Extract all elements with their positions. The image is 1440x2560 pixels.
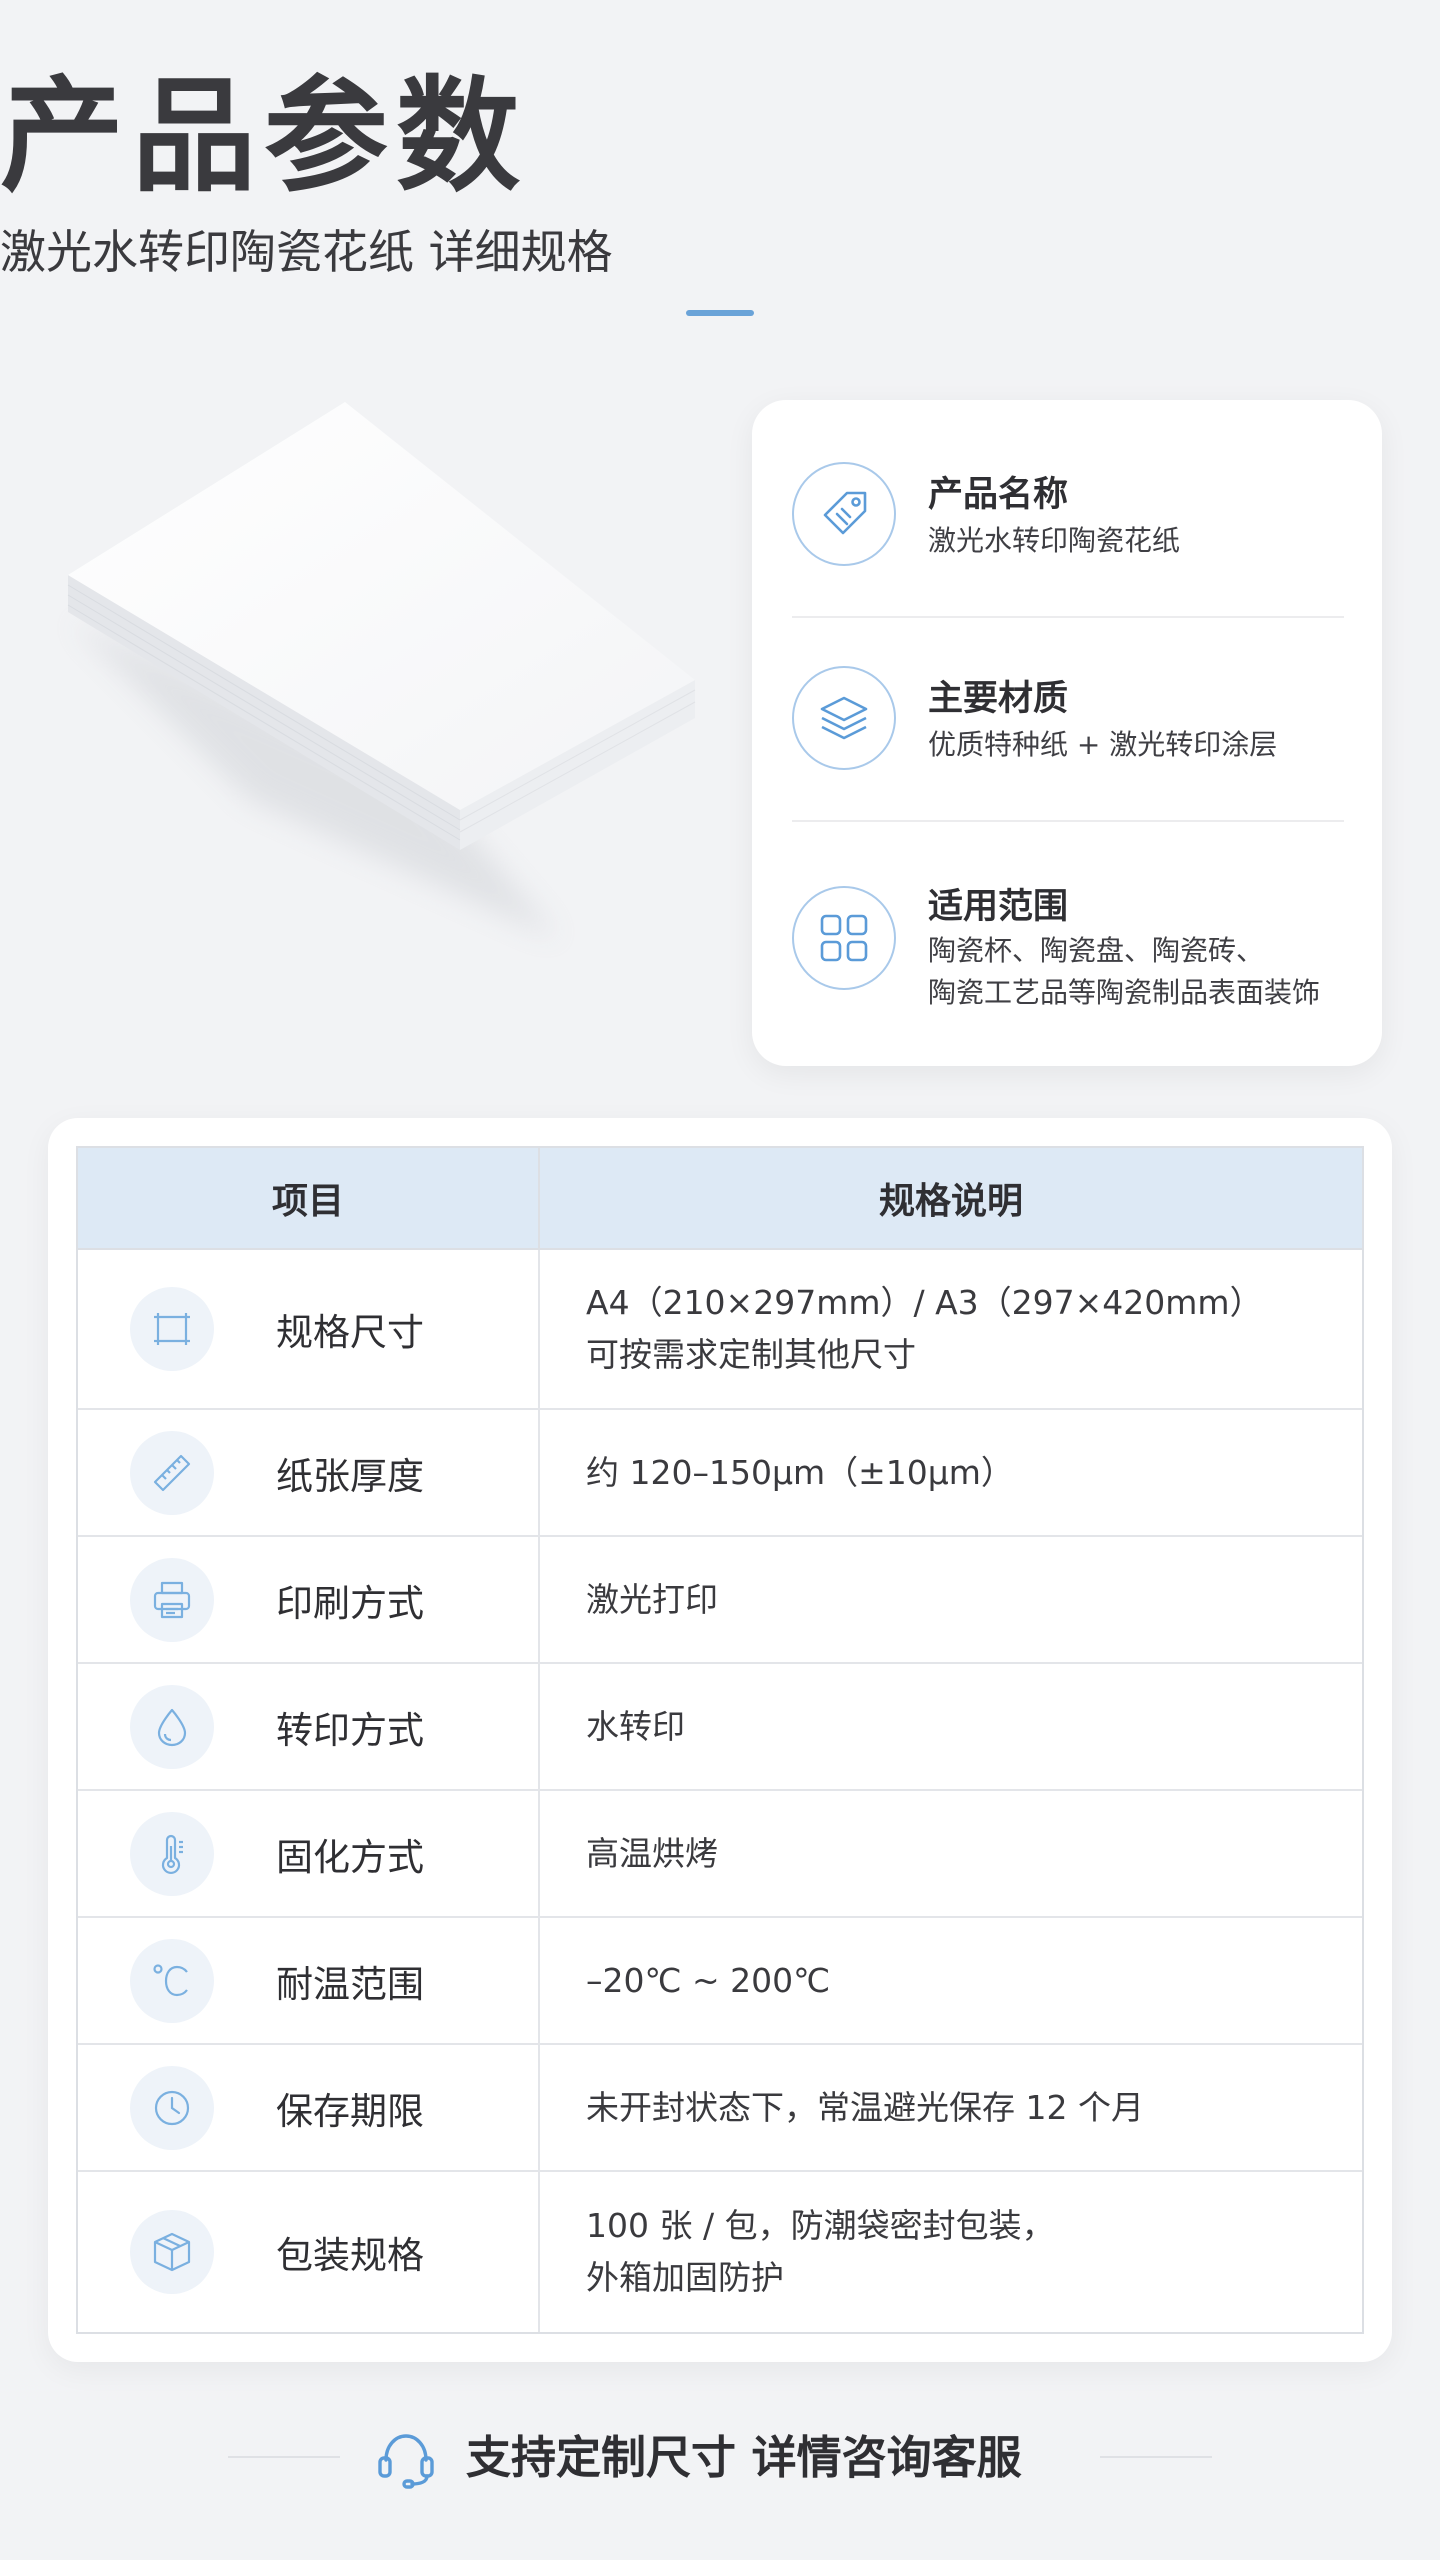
info-desc: 优质特种纸 + 激光转印涂层 [928,728,1278,761]
row-label: 纸张厚度 [276,1454,424,1498]
divider [792,820,1344,822]
row-label: 规格尺寸 [276,1311,424,1354]
table-header: 项目 规格说明 [78,1148,1362,1250]
table-row: 印刷方式 激光打印 [78,1537,1362,1664]
water-drop-icon [130,1684,214,1769]
ruler-icon [130,1430,214,1515]
info-desc: 激光水转印陶瓷花纸 [928,524,1181,557]
info-item-product-name: 产品名称 激光水转印陶瓷花纸 [792,462,1344,572]
column-header-item: 项目 [78,1148,540,1248]
row-value: 高温烘烤 [586,1833,718,1873]
row-label: 保存期限 [276,2089,424,2133]
column-header-spec: 规格说明 [878,1181,1023,1222]
product-info-card: 产品名称 激光水转印陶瓷花纸 主要材质 优质特种纸 + 激光转印涂层 适用范围 … [752,400,1382,1066]
row-label: 印刷方式 [276,1581,424,1625]
row-value: 约 120–150μm（±10μm） [586,1452,1014,1492]
table-row: 保存期限 未开封状态下，常温避光保存 12 个月 [78,2045,1362,2172]
info-title: 产品名称 [928,475,1069,515]
table-row: 耐温范围 –20℃ ~ 200℃ [78,1918,1362,2045]
layers-icon [792,666,896,770]
info-title: 适用范围 [928,887,1069,927]
spec-table-card: 项目 规格说明 规格尺寸 A4（210×297mm）/ A3（297×420mm… [48,1118,1392,2362]
row-value: 激光打印 [586,1579,718,1619]
celsius-icon [130,1938,214,2023]
title-accent-divider [686,310,754,316]
row-value: 100 张 / 包，防潮袋密封包装， 外箱加固防护 [586,2206,1055,2297]
headset-icon [372,2424,440,2492]
clock-icon [130,2065,214,2150]
row-value: 水转印 [586,1706,685,1746]
frame-size-icon [130,1287,214,1371]
table-row: 转印方式 水转印 [78,1664,1362,1791]
table-row: 包装规格 100 张 / 包，防潮袋密封包装， 外箱加固防护 [78,2172,1362,2332]
row-label: 固化方式 [276,1835,424,1879]
page-title: 产品参数 [0,65,529,209]
row-value: A4（210×297mm）/ A3（297×420mm） 可按需求定制其他尺寸 [586,1283,1263,1374]
footer-left-line [228,2456,340,2458]
row-value: –20℃ ~ 200℃ [586,1960,831,2000]
table-row: 固化方式 高温烘烤 [78,1791,1362,1918]
table-row: 规格尺寸 A4（210×297mm）/ A3（297×420mm） 可按需求定制… [78,1250,1362,1410]
info-desc: 陶瓷杯、陶瓷盘、陶瓷砖、 陶瓷工艺品等陶瓷制品表面装饰 [928,934,1321,1009]
table-row: 纸张厚度 约 120–150μm（±10μm） [78,1410,1362,1537]
footer-custom-size-note: 支持定制尺寸 详情咨询客服 [466,2431,1022,2484]
row-label: 转印方式 [276,1708,424,1752]
thermometer-icon [130,1811,214,1896]
page-subtitle: 激光水转印陶瓷花纸 详细规格 [0,225,613,279]
info-item-material: 主要材质 优质特种纸 + 激光转印涂层 [792,666,1344,776]
package-box-icon [130,2210,214,2294]
info-title: 主要材质 [928,679,1069,719]
spec-table: 项目 规格说明 规格尺寸 A4（210×297mm）/ A3（297×420mm… [76,1146,1364,2334]
info-item-application-scope: 适用范围 陶瓷杯、陶瓷盘、陶瓷砖、 陶瓷工艺品等陶瓷制品表面装饰 [792,878,1344,1018]
divider [792,616,1344,618]
tag-icon [792,462,896,566]
row-value: 未开封状态下，常温避光保存 12 个月 [586,2087,1144,2127]
paper-stack-image [40,380,720,970]
row-label: 耐温范围 [276,1962,424,2006]
printer-icon [130,1557,214,1642]
row-label: 包装规格 [276,2234,424,2277]
grid-icon [792,886,896,990]
footer-right-line [1100,2456,1212,2458]
